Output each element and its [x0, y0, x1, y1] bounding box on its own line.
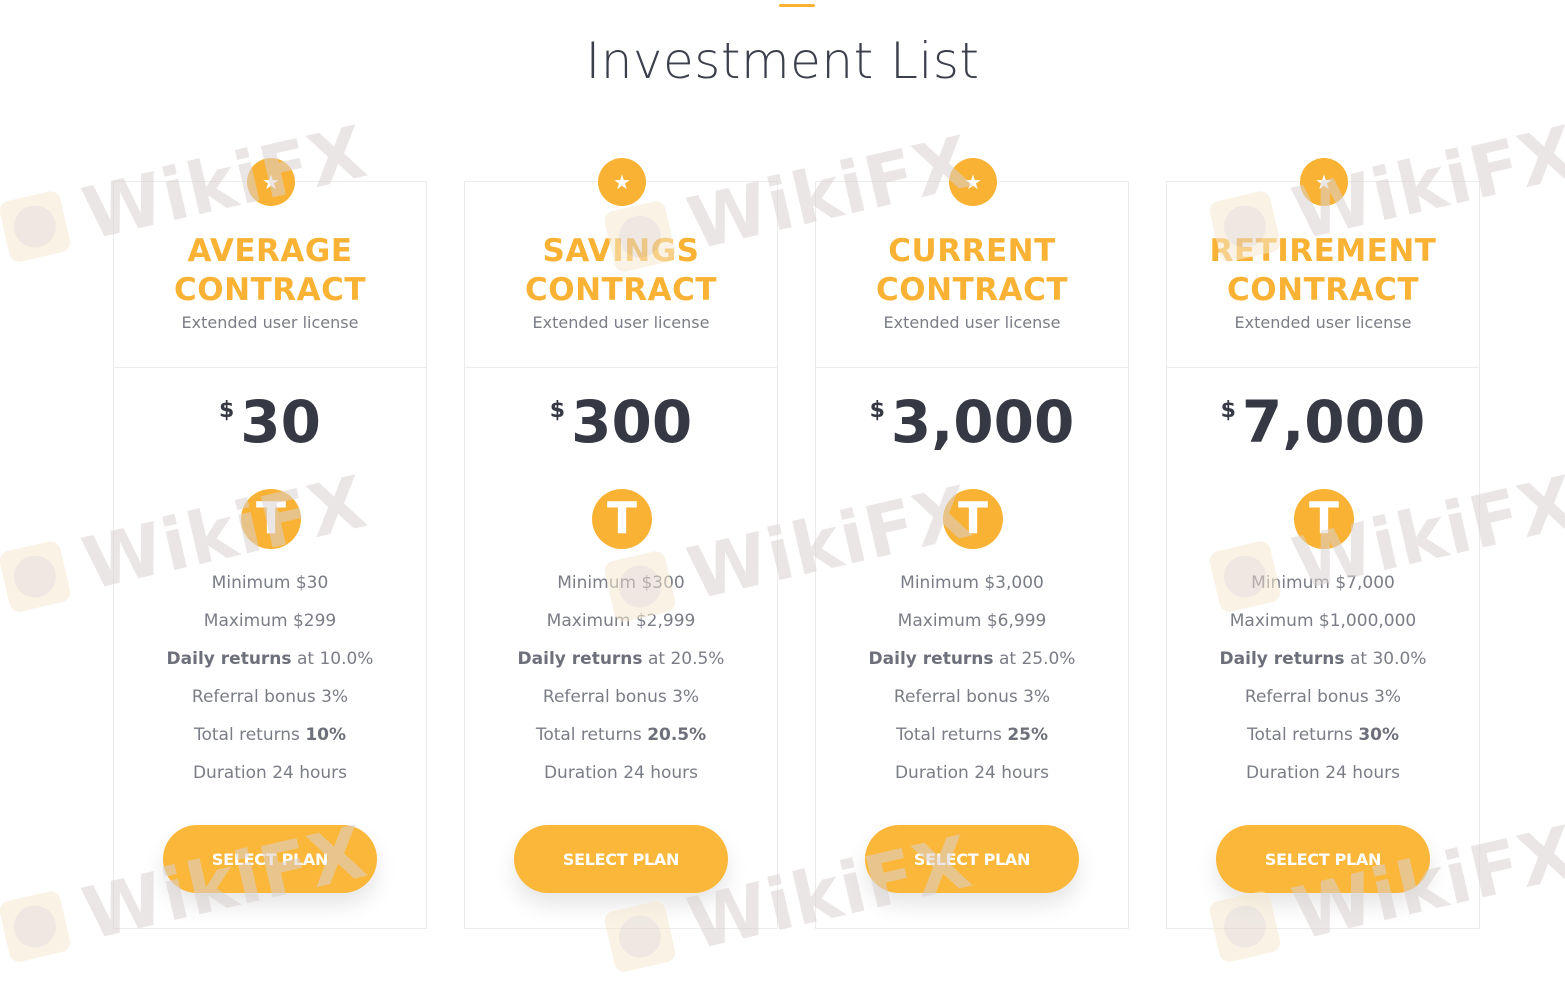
- feature-duration: Duration 24 hours: [543, 763, 699, 783]
- plan-name: RETIREMENT CONTRACT: [1209, 233, 1437, 308]
- feature-referral: Referral bonus 3%: [191, 687, 349, 707]
- feature-referral: Referral bonus 3%: [1244, 687, 1402, 707]
- watermark-logo-icon: [0, 189, 73, 264]
- star-icon: ★: [247, 158, 295, 206]
- currency-symbol: $: [1220, 398, 1236, 423]
- plan-card-header: ★ CURRENT CONTRACT Extended user license: [816, 158, 1128, 368]
- feature-total-returns: Total returns 20.5%: [535, 725, 707, 745]
- feature-maximum: Maximum $1,000,000: [1229, 611, 1417, 631]
- plan-features: Minimum $300 Maximum $2,999 Daily return…: [465, 564, 777, 792]
- feature-duration: Duration 24 hours: [192, 763, 348, 783]
- plan-card-current: ★ CURRENT CONTRACT Extended user license…: [815, 158, 1129, 929]
- plan-name: SAVINGS CONTRACT: [525, 233, 717, 308]
- plan-name: AVERAGE CONTRACT: [174, 233, 366, 308]
- plan-features: Minimum $7,000 Maximum $1,000,000 Daily …: [1167, 564, 1479, 792]
- plan-name: CURRENT CONTRACT: [876, 233, 1068, 308]
- watermark-logo-icon: [0, 539, 73, 614]
- currency-symbol: $: [218, 398, 235, 423]
- plan-price: $7,000: [1167, 390, 1479, 454]
- currency-symbol: $: [869, 398, 885, 423]
- feature-daily-returns: Daily returns at 30.0%: [1219, 649, 1427, 669]
- feature-total-returns: Total returns 25%: [895, 725, 1049, 745]
- watermark-logo-icon: [0, 889, 73, 964]
- tether-coin-icon: T: [592, 489, 652, 549]
- feature-total-returns: Total returns 10%: [193, 725, 347, 745]
- feature-daily-returns: Daily returns at 10.0%: [166, 649, 374, 669]
- price-amount: 3,000: [890, 388, 1075, 456]
- feature-minimum: Minimum $300: [557, 573, 685, 593]
- plan-subtitle: Extended user license: [532, 313, 710, 332]
- feature-minimum: Minimum $3,000: [900, 573, 1044, 593]
- feature-total-returns: Total returns 30%: [1246, 725, 1400, 745]
- feature-referral: Referral bonus 3%: [542, 687, 700, 707]
- feature-daily-returns: Daily returns at 20.5%: [517, 649, 725, 669]
- feature-minimum: Minimum $7,000: [1251, 573, 1395, 593]
- tether-coin-icon: T: [241, 489, 301, 549]
- title-accent-line: [779, 4, 815, 7]
- plan-card-header: ★ RETIREMENT CONTRACT Extended user lice…: [1167, 158, 1479, 368]
- feature-maximum: Maximum $299: [203, 611, 337, 631]
- price-amount: 7,000: [1241, 388, 1426, 456]
- feature-daily-returns: Daily returns at 25.0%: [868, 649, 1076, 669]
- feature-duration: Duration 24 hours: [1245, 763, 1401, 783]
- select-plan-button[interactable]: SELECT PLAN: [865, 825, 1079, 893]
- plan-features: Minimum $30 Maximum $299 Daily returns a…: [114, 564, 426, 792]
- star-icon: ★: [1300, 158, 1348, 206]
- select-plan-button[interactable]: SELECT PLAN: [1216, 825, 1430, 893]
- feature-minimum: Minimum $30: [211, 573, 329, 593]
- tether-coin-icon: T: [1294, 489, 1354, 549]
- page-title: Investment List: [585, 32, 980, 90]
- plan-price: $3,000: [816, 390, 1128, 454]
- feature-maximum: Maximum $6,999: [897, 611, 1047, 631]
- plan-card-header: ★ AVERAGE CONTRACT Extended user license: [114, 158, 426, 368]
- plan-price: $30: [114, 390, 426, 454]
- plan-price: $300: [465, 390, 777, 454]
- feature-maximum: Maximum $2,999: [546, 611, 696, 631]
- plan-features: Minimum $3,000 Maximum $6,999 Daily retu…: [816, 564, 1128, 792]
- currency-symbol: $: [549, 398, 566, 423]
- star-icon: ★: [598, 158, 646, 206]
- plan-card-savings: ★ SAVINGS CONTRACT Extended user license…: [464, 158, 778, 929]
- feature-referral: Referral bonus 3%: [893, 687, 1051, 707]
- price-amount: 300: [571, 388, 693, 456]
- plan-card-average: ★ AVERAGE CONTRACT Extended user license…: [113, 158, 427, 929]
- select-plan-button[interactable]: SELECT PLAN: [514, 825, 728, 893]
- star-icon: ★: [949, 158, 997, 206]
- tether-coin-icon: T: [943, 489, 1003, 549]
- plan-subtitle: Extended user license: [1234, 313, 1412, 332]
- select-plan-button[interactable]: SELECT PLAN: [163, 825, 377, 893]
- plan-subtitle: Extended user license: [883, 313, 1061, 332]
- plan-subtitle: Extended user license: [181, 313, 359, 332]
- feature-duration: Duration 24 hours: [894, 763, 1050, 783]
- plan-card-header: ★ SAVINGS CONTRACT Extended user license: [465, 158, 777, 368]
- price-amount: 30: [240, 388, 322, 456]
- plan-card-retirement: ★ RETIREMENT CONTRACT Extended user lice…: [1166, 158, 1480, 929]
